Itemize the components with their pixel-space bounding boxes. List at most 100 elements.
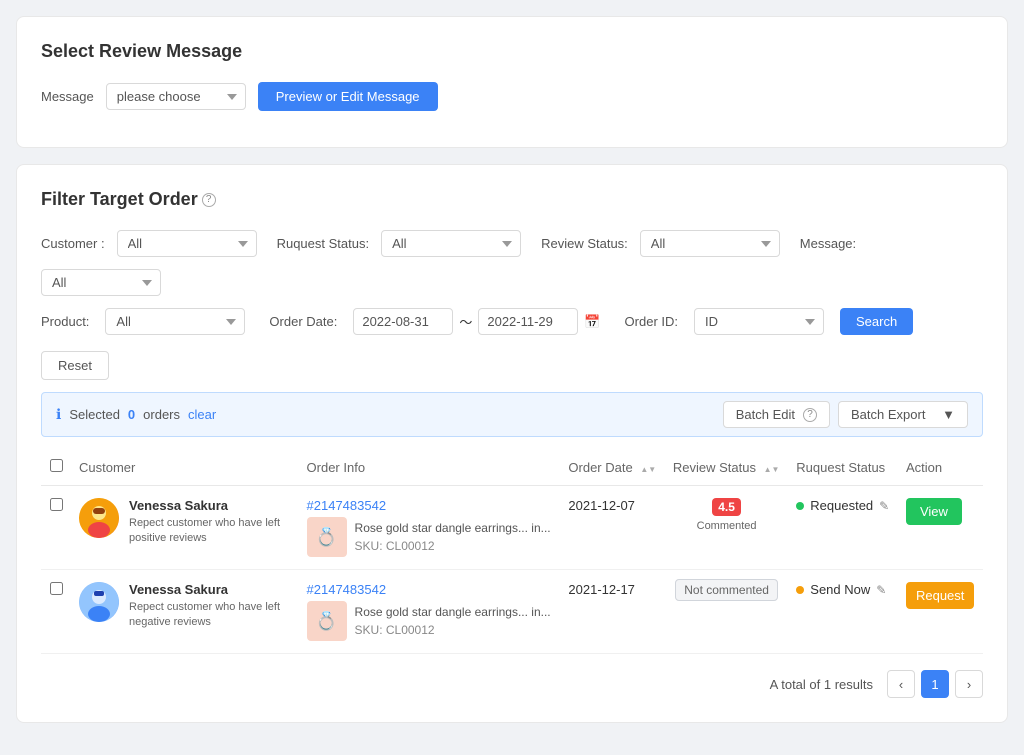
avatar: [79, 498, 119, 538]
chevron-down-icon: ▼: [942, 407, 955, 422]
review-status-cell: 4.5 Commented: [665, 486, 788, 570]
calendar-icon[interactable]: 📅: [584, 314, 600, 330]
commented-label: Commented: [673, 520, 780, 532]
product-sku: SKU: CL00012: [355, 623, 551, 637]
reset-button[interactable]: Reset: [41, 351, 109, 380]
review-status-label: Review Status:: [541, 236, 628, 251]
order-info-header: Order Info: [299, 449, 561, 486]
edit-icon[interactable]: ✎: [876, 583, 886, 597]
order-number[interactable]: #2147483542: [307, 582, 553, 597]
customer-name: Venessa Sakura: [129, 582, 289, 597]
message-label: Message: [41, 89, 94, 104]
product-sku: SKU: CL00012: [355, 539, 551, 553]
action-header: Action: [898, 449, 983, 486]
action-cell: View: [898, 486, 983, 570]
order-date-sort-icon[interactable]: ▲▼: [640, 466, 656, 474]
product-select[interactable]: All: [105, 308, 245, 335]
customer-info: Venessa Sakura Repect customer who have …: [79, 498, 291, 547]
message-select[interactable]: please choose: [106, 83, 246, 110]
order-id-label: Order ID:: [625, 314, 678, 329]
orders-text: orders: [143, 407, 180, 422]
request-status: Send Now ✎: [796, 582, 890, 597]
date-separator: ～: [459, 312, 472, 331]
message-filter-select[interactable]: All: [41, 269, 161, 296]
clear-link[interactable]: clear: [188, 407, 216, 422]
not-commented-badge: Not commented: [675, 579, 778, 601]
batch-export-dropdown[interactable]: Batch Export ▼: [838, 401, 968, 428]
batch-edit-help-icon[interactable]: ?: [803, 408, 817, 422]
customer-header: Customer: [71, 449, 299, 486]
help-icon[interactable]: ?: [202, 193, 216, 207]
review-status-sort-icon[interactable]: ▲▼: [764, 466, 780, 474]
request-status-label: Ruquest Status:: [277, 236, 370, 251]
review-status-select[interactable]: All: [640, 230, 780, 257]
request-status: Requested ✎: [796, 498, 890, 513]
review-status-header: Review Status ▲▼: [665, 449, 788, 486]
batch-edit-button[interactable]: Batch Edit ?: [723, 401, 830, 428]
status-dot: [796, 502, 804, 510]
order-date-header: Order Date ▲▼: [560, 449, 664, 486]
request-status-select[interactable]: All: [381, 230, 521, 257]
filter-row-1: Customer : All Ruquest Status: All Revie…: [41, 230, 983, 296]
order-date-cell: 2021-12-07: [560, 486, 664, 570]
product-description: Rose gold star dangle earrings... in...: [355, 605, 551, 619]
info-icon: ℹ: [56, 406, 61, 423]
pagination: A total of 1 results ‹ 1 ›: [41, 670, 983, 698]
next-page-button[interactable]: ›: [955, 670, 983, 698]
customer-info: Venessa Sakura Repect customer who have …: [79, 582, 291, 631]
order-number[interactable]: #2147483542: [307, 498, 553, 513]
search-button[interactable]: Search: [840, 308, 913, 335]
date-to-input[interactable]: [478, 308, 578, 335]
select-all-checkbox[interactable]: [50, 459, 63, 472]
view-button[interactable]: View: [906, 498, 962, 525]
order-info-cell: #2147483542 💍 Rose gold star dangle earr…: [299, 570, 561, 654]
request-status-text: Requested: [810, 498, 873, 513]
preview-edit-button[interactable]: Preview or Edit Message: [258, 82, 438, 111]
product-thumbnail: 💍: [307, 517, 347, 557]
request-status-cell: Send Now ✎: [788, 570, 898, 654]
date-from-input[interactable]: [353, 308, 453, 335]
order-id-select[interactable]: ID: [694, 308, 824, 335]
customer-tag: Repect customer who have left positive r…: [129, 516, 289, 547]
orders-table: Customer Order Info Order Date ▲▼ Review…: [41, 449, 983, 654]
checkbox-all-header[interactable]: [41, 449, 71, 486]
request-button[interactable]: Request: [906, 582, 974, 609]
request-status-text: Send Now: [810, 582, 870, 597]
customer-select[interactable]: All: [117, 230, 257, 257]
edit-icon[interactable]: ✎: [879, 499, 889, 513]
section1-title: Select Review Message: [41, 41, 983, 62]
avatar: [79, 582, 119, 622]
order-date-cell: 2021-12-17: [560, 570, 664, 654]
message-filter-label: Message:: [800, 236, 856, 251]
action-cell: Request: [898, 570, 983, 654]
customer-tag: Repect customer who have left negative r…: [129, 600, 289, 631]
page-1-button[interactable]: 1: [921, 670, 949, 698]
filter-target-order-card: Filter Target Order ? Customer : All Ruq…: [16, 164, 1008, 723]
customer-cell: Venessa Sakura Repect customer who have …: [71, 570, 299, 654]
order-info: #2147483542 💍 Rose gold star dangle earr…: [307, 498, 553, 557]
order-info-cell: #2147483542 💍 Rose gold star dangle earr…: [299, 486, 561, 570]
product-description: Rose gold star dangle earrings... in...: [355, 521, 551, 535]
section2-title: Filter Target Order: [41, 189, 198, 210]
batch-actions: Batch Edit ? Batch Export ▼: [723, 401, 968, 428]
message-form-row: Message please choose Preview or Edit Me…: [41, 82, 983, 111]
date-range: ～ 📅: [353, 308, 600, 335]
request-status-header: Ruquest Status: [788, 449, 898, 486]
review-status-cell: Not commented: [665, 570, 788, 654]
selected-bar: ℹ Selected 0 orders clear Batch Edit ? B…: [41, 392, 983, 437]
select-review-message-card: Select Review Message Message please cho…: [16, 16, 1008, 148]
product-thumbnail: 💍: [307, 601, 347, 641]
row-checkbox[interactable]: [50, 498, 63, 511]
total-results: A total of 1 results: [770, 677, 873, 692]
review-score-badge: 4.5: [712, 498, 741, 516]
prev-page-button[interactable]: ‹: [887, 670, 915, 698]
status-dot: [796, 586, 804, 594]
customer-name: Venessa Sakura: [129, 498, 289, 513]
selected-text: Selected: [69, 407, 120, 422]
selected-info: ℹ Selected 0 orders clear: [56, 406, 216, 423]
table-row: Venessa Sakura Repect customer who have …: [41, 486, 983, 570]
product-label: Product:: [41, 314, 89, 329]
row-checkbox[interactable]: [50, 582, 63, 595]
table-row: Venessa Sakura Repect customer who have …: [41, 570, 983, 654]
filter-row-2: Product: All Order Date: ～ 📅 Order ID: I…: [41, 308, 983, 380]
